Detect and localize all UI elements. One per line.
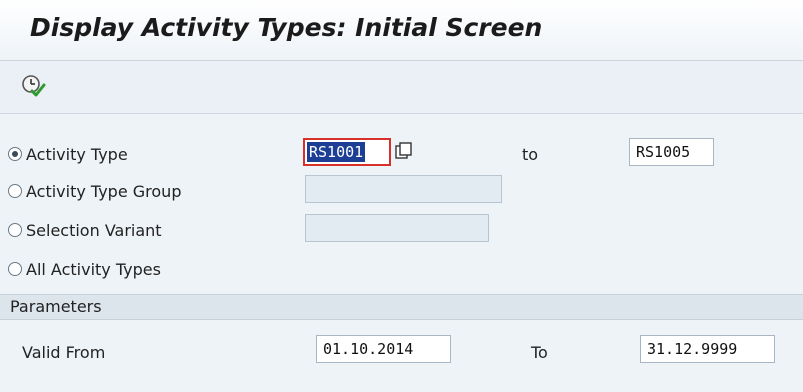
activity-type-to-input[interactable]: RS1005 xyxy=(629,138,714,166)
radio-button[interactable] xyxy=(8,223,22,237)
page-title: Display Activity Types: Initial Screen xyxy=(30,13,543,42)
activity-type-to-label: to xyxy=(522,145,539,164)
radio-selection-variant[interactable]: Selection Variant xyxy=(8,217,162,243)
activity-type-to-value: RS1005 xyxy=(636,143,691,161)
radio-button-selected[interactable] xyxy=(8,147,22,161)
parameters-section-header: Parameters xyxy=(0,294,803,320)
valid-from-input[interactable]: 01.10.2014 xyxy=(316,335,451,363)
all-activity-types-label: All Activity Types xyxy=(26,259,161,279)
valid-to-value: 31.12.9999 xyxy=(647,340,738,358)
valid-from-value: 01.10.2014 xyxy=(323,340,414,358)
execute-icon[interactable] xyxy=(19,71,47,99)
activity-type-group-input[interactable] xyxy=(305,175,502,203)
activity-type-from-value: RS1001 xyxy=(307,142,366,162)
multiple-selection-icon[interactable] xyxy=(394,141,414,163)
selection-area: Activity Type RS1001 to RS1005 Activity … xyxy=(0,114,803,392)
radio-all-activity-types[interactable]: All Activity Types xyxy=(8,256,161,282)
radio-activity-type[interactable]: Activity Type xyxy=(8,141,128,167)
activity-type-from-input[interactable]: RS1001 xyxy=(303,138,391,166)
activity-type-label: Activity Type xyxy=(26,144,128,164)
valid-to-input[interactable]: 31.12.9999 xyxy=(640,335,775,363)
radio-button[interactable] xyxy=(8,184,22,198)
valid-from-label: Valid From xyxy=(22,343,106,362)
parameters-title: Parameters xyxy=(10,297,102,316)
radio-activity-type-group[interactable]: Activity Type Group xyxy=(8,178,181,204)
radio-button[interactable] xyxy=(8,262,22,276)
selection-variant-label: Selection Variant xyxy=(26,220,162,240)
valid-to-label: To xyxy=(531,343,548,362)
activity-type-group-label: Activity Type Group xyxy=(26,181,182,201)
application-toolbar xyxy=(0,61,803,114)
title-bar: Display Activity Types: Initial Screen xyxy=(0,0,803,61)
selection-variant-input[interactable] xyxy=(305,214,489,242)
